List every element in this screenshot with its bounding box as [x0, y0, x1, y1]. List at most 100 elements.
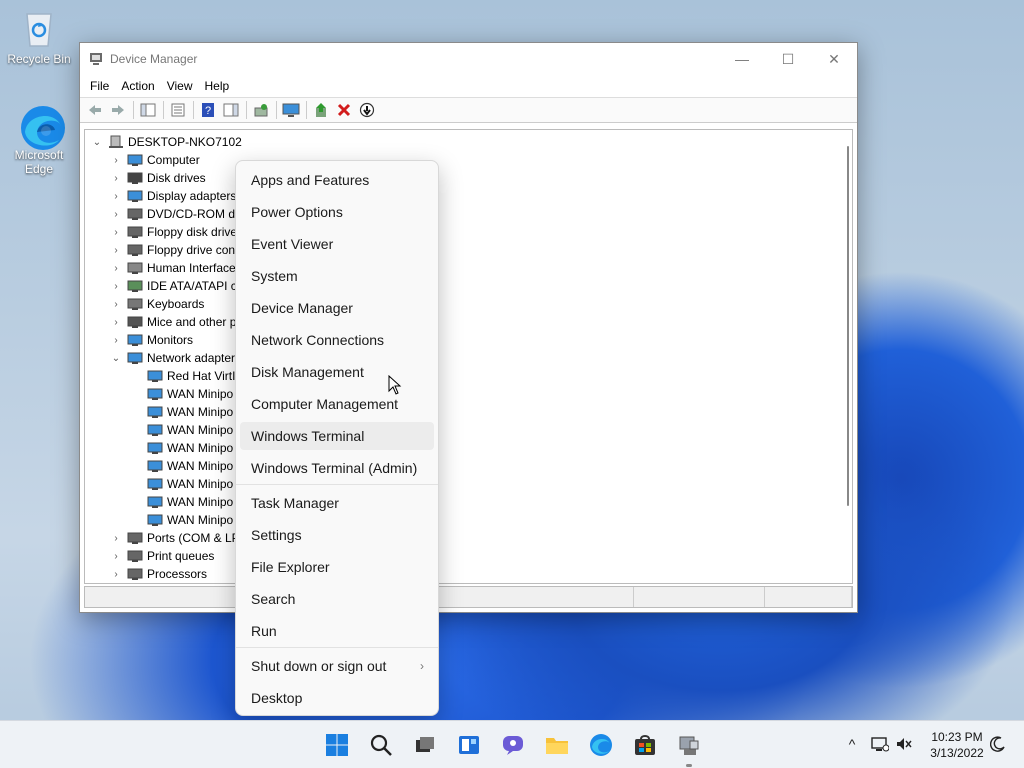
volume-muted-icon[interactable]: [893, 733, 915, 755]
menu-item-windows-terminal[interactable]: Windows Terminal: [240, 422, 434, 450]
chevron-right-icon[interactable]: ›: [110, 209, 122, 220]
tree-category-item[interactable]: › Processors: [110, 565, 207, 583]
chevron-right-icon[interactable]: ›: [110, 263, 122, 274]
tree-item-label: WAN Minipo: [167, 405, 234, 419]
chevron-right-icon[interactable]: ›: [110, 299, 122, 310]
widgets-button[interactable]: [453, 729, 485, 761]
menu-item-event-viewer[interactable]: Event Viewer: [240, 230, 434, 258]
menu-help[interactable]: Help: [199, 79, 236, 93]
title-bar[interactable]: Device Manager — ☐ ✕: [80, 43, 857, 75]
menu-item-network-connections[interactable]: Network Connections: [240, 326, 434, 354]
tree-root[interactable]: ⌄ DESKTOP-NKO7102: [91, 133, 242, 151]
chevron-right-icon[interactable]: ›: [110, 281, 122, 292]
chevron-right-icon[interactable]: ›: [110, 191, 122, 202]
edge-desktop-icon[interactable]: Microsoft Edge: [2, 104, 76, 176]
tree-category-item[interactable]: › IDE ATA/ATAPI co: [110, 277, 243, 295]
store-button[interactable]: [629, 729, 661, 761]
edge-button[interactable]: [585, 729, 617, 761]
running-indicator: [686, 764, 692, 767]
tree-device-item[interactable]: WAN Minipo: [147, 439, 233, 457]
chat-button[interactable]: [497, 729, 529, 761]
chevron-right-icon[interactable]: ›: [110, 533, 122, 544]
tree-category-item[interactable]: › Disk drives: [110, 169, 205, 187]
update-driver-icon[interactable]: [310, 100, 332, 120]
forward-button[interactable]: [107, 100, 129, 120]
menu-item-shut-down-or-sign-out[interactable]: Shut down or sign out ›: [240, 652, 434, 680]
search-button[interactable]: [365, 729, 397, 761]
tree-item-label: WAN Minipo: [167, 495, 234, 509]
network-icon[interactable]: [869, 733, 891, 755]
menu-item-system[interactable]: System: [240, 262, 434, 290]
monitor-icon[interactable]: [280, 100, 302, 120]
back-button[interactable]: [84, 100, 106, 120]
help-icon[interactable]: ?: [197, 100, 219, 120]
tree-category-item[interactable]: › Ports (COM & LP: [110, 529, 239, 547]
menu-item-windows-terminal-admin[interactable]: Windows Terminal (Admin): [240, 454, 434, 482]
device-manager-taskbar-button[interactable]: [673, 729, 705, 767]
tree-device-item[interactable]: WAN Minipo: [147, 421, 233, 439]
tree-device-item[interactable]: WAN Minipo: [147, 385, 233, 403]
chevron-right-icon[interactable]: ›: [110, 245, 122, 256]
show-hide-console-tree-icon[interactable]: [137, 100, 159, 120]
properties-icon[interactable]: [167, 100, 189, 120]
task-view-button[interactable]: [408, 729, 440, 761]
tree-category-item[interactable]: ⌄ Network adapter: [110, 349, 235, 367]
tree-category-item[interactable]: › Monitors: [110, 331, 193, 349]
menu-item-settings[interactable]: Settings: [240, 521, 434, 549]
menu-item-file-explorer[interactable]: File Explorer: [240, 553, 434, 581]
chevron-right-icon[interactable]: ›: [110, 317, 122, 328]
tree-category-item[interactable]: › Human Interface: [110, 259, 235, 277]
tree-category-item[interactable]: › Computer: [110, 151, 199, 169]
chevron-down-icon[interactable]: ⌄: [110, 353, 122, 364]
menu-item-power-options[interactable]: Power Options: [240, 198, 434, 226]
menu-item-apps-and-features[interactable]: Apps and Features: [240, 166, 434, 194]
menu-item-desktop[interactable]: Desktop: [240, 684, 434, 712]
menu-file[interactable]: File: [84, 79, 115, 93]
scan-hardware-icon[interactable]: [250, 100, 272, 120]
device-category-icon: [127, 225, 143, 239]
tree-category-item[interactable]: › Floppy disk drive: [110, 223, 237, 241]
menu-item-search[interactable]: Search: [240, 585, 434, 613]
tree-category-item[interactable]: › Display adapters: [110, 187, 236, 205]
device-category-icon: [127, 549, 143, 563]
tree-device-item[interactable]: WAN Minipo: [147, 457, 233, 475]
file-explorer-button[interactable]: [541, 729, 573, 761]
tree-device-item[interactable]: WAN Minipo: [147, 511, 233, 529]
menu-item-computer-management[interactable]: Computer Management: [240, 390, 434, 418]
maximize-button[interactable]: ☐: [765, 43, 811, 75]
tree-device-item[interactable]: Red Hat VirtIO: [147, 367, 245, 385]
edge-icon: [590, 734, 612, 756]
menu-item-run[interactable]: Run: [240, 617, 434, 645]
tree-category-item[interactable]: › DVD/CD-ROM dr: [110, 205, 239, 223]
focus-assist-icon[interactable]: [987, 733, 1009, 755]
chevron-down-icon[interactable]: ⌄: [91, 137, 103, 148]
chevron-right-icon[interactable]: ›: [110, 569, 122, 580]
chevron-right-icon[interactable]: ›: [110, 551, 122, 562]
minimize-button[interactable]: —: [719, 43, 765, 75]
tree-category-item[interactable]: › Floppy drive con: [110, 241, 235, 259]
tray-overflow-chevron[interactable]: ^: [841, 733, 863, 755]
tree-device-item[interactable]: WAN Minipo: [147, 493, 233, 511]
disable-device-icon[interactable]: [356, 100, 378, 120]
chevron-right-icon[interactable]: ›: [110, 173, 122, 184]
menu-action[interactable]: Action: [115, 79, 160, 93]
tree-category-item[interactable]: › Mice and other p: [110, 313, 236, 331]
tree-device-item[interactable]: WAN Minipo: [147, 403, 233, 421]
menu-view[interactable]: View: [161, 79, 199, 93]
menu-item-task-manager[interactable]: Task Manager: [240, 489, 434, 517]
close-button[interactable]: ✕: [811, 43, 857, 75]
menu-item-device-manager[interactable]: Device Manager: [240, 294, 434, 322]
action-pane-icon[interactable]: [220, 100, 242, 120]
start-button[interactable]: [321, 729, 353, 761]
menu-item-disk-management[interactable]: Disk Management: [240, 358, 434, 386]
uninstall-device-icon[interactable]: [333, 100, 355, 120]
vertical-scrollbar[interactable]: [847, 146, 849, 506]
chevron-right-icon[interactable]: ›: [110, 155, 122, 166]
tree-device-item[interactable]: WAN Minipo: [147, 475, 233, 493]
recycle-bin-desktop-icon[interactable]: Recycle Bin: [2, 8, 76, 66]
clock[interactable]: 10:23 PM 3/13/2022: [922, 729, 992, 761]
tree-category-item[interactable]: › Print queues: [110, 547, 214, 565]
chevron-right-icon[interactable]: ›: [110, 227, 122, 238]
chevron-right-icon[interactable]: ›: [110, 335, 122, 346]
tree-category-item[interactable]: › Keyboards: [110, 295, 204, 313]
